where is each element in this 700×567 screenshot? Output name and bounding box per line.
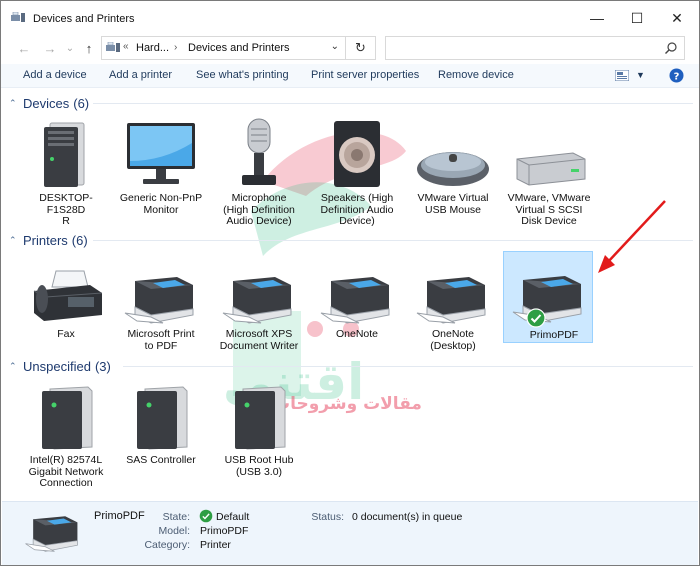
printer-icon	[25, 516, 78, 552]
printer-item-onenote-desktop[interactable]: OneNote (Desktop)	[408, 253, 498, 352]
printer-label: PrimoPDF	[529, 329, 579, 341]
overflow-chevron-icon[interactable]: «	[123, 41, 129, 52]
print-server-properties-button[interactable]: Print server properties	[311, 69, 419, 81]
collapse-chevron-icon[interactable]: ⌃	[9, 98, 23, 109]
add-device-button[interactable]: Add a device	[23, 69, 87, 81]
help-icon[interactable]: ?	[669, 68, 684, 83]
printer-item-primopdf[interactable]: PrimoPDF	[503, 251, 593, 343]
navigation-bar: ← → ⌄ ↑ « Hard... › Devices and Printers…	[1, 35, 699, 63]
device-label: Generic Non-PnP Monitor	[119, 192, 203, 216]
change-view-icon[interactable]	[615, 70, 629, 81]
model-label: Model:	[158, 525, 190, 537]
device-item-microphone[interactable]: Microphone (High Definition Audio Device…	[214, 117, 304, 228]
maximize-button[interactable]: ☐	[617, 1, 657, 35]
back-arrow-icon[interactable]: ←	[15, 40, 33, 58]
device-label: SAS Controller	[126, 454, 196, 466]
printer-item-microsoft-print-to-pdf[interactable]: Microsoft Print to PDF	[116, 253, 206, 352]
printer-label: Fax	[57, 328, 75, 340]
group-header-unspecified[interactable]: ⌃ Unspecified (3)	[9, 358, 111, 374]
device-label: VMware Virtual USB Mouse	[417, 192, 489, 216]
printer-icon	[512, 276, 582, 323]
collapse-chevron-icon[interactable]: ⌃	[9, 235, 23, 246]
search-input[interactable]	[385, 36, 685, 60]
details-pane: PrimoPDF State: Default Model: PrimoPDF …	[2, 501, 698, 565]
breadcrumb-devices-printers[interactable]: Devices and Printers	[188, 42, 290, 54]
up-arrow-icon[interactable]: ↑	[80, 40, 98, 58]
microphone-icon	[242, 118, 276, 185]
device-item-desktop[interactable]: DESKTOP-F1S28D R	[21, 117, 111, 228]
device-item-mouse[interactable]: VMware Virtual USB Mouse	[408, 117, 498, 216]
devices-and-printers-window: Devices and Printers — ☐ ✕ ← → ⌄ ↑ « Har…	[0, 0, 700, 566]
group-divider	[93, 240, 693, 241]
category-value: Printer	[200, 539, 231, 551]
printer-label: Microsoft Print to PDF	[127, 328, 195, 352]
device-label: USB Root Hub (USB 3.0)	[224, 454, 294, 478]
view-options-dropdown-icon[interactable]: ▼	[636, 70, 645, 80]
group-header-devices[interactable]: ⌃ Devices (6)	[9, 95, 89, 111]
title-bar: Devices and Printers — ☐ ✕	[1, 1, 699, 35]
printer-label: OneNote	[335, 328, 379, 340]
group-divider	[93, 103, 693, 104]
default-check-icon	[526, 308, 546, 328]
device-label: Intel(R) 82574L Gigabit Network Connecti…	[28, 454, 104, 489]
remove-device-button[interactable]: Remove device	[438, 69, 514, 81]
status-value: 0 document(s) in queue	[352, 511, 463, 523]
refresh-icon: ↻	[355, 40, 366, 55]
minimize-button[interactable]: —	[577, 1, 617, 35]
monitor-icon	[127, 123, 195, 184]
search-icon	[665, 42, 677, 54]
printer-icon	[222, 277, 292, 324]
breadcrumb-hardware[interactable]: Hard...	[136, 42, 169, 54]
address-dropdown-icon[interactable]: ⌄	[331, 41, 339, 52]
device-box-icon	[137, 386, 188, 450]
close-button[interactable]: ✕	[657, 1, 697, 35]
default-check-icon	[199, 509, 213, 523]
group-header-printers[interactable]: ⌃ Printers (6)	[9, 232, 88, 248]
breadcrumb-separator-icon[interactable]: ›	[174, 42, 177, 53]
unspecified-item-intel-network[interactable]: Intel(R) 82574L Gigabit Network Connecti…	[21, 379, 111, 490]
state-value: Default	[216, 511, 250, 523]
mouse-icon	[417, 152, 489, 186]
printer-icon	[124, 277, 194, 324]
device-item-disk[interactable]: VMware, VMware Virtual S SCSI Disk Devic…	[504, 117, 594, 228]
printer-icon	[416, 277, 486, 324]
devices-printers-location-icon	[106, 42, 120, 52]
svg-text:?: ?	[674, 71, 680, 82]
unspecified-item-usb-root-hub[interactable]: USB Root Hub (USB 3.0)	[214, 379, 304, 478]
device-label: Speakers (High Definition Audio Device)	[320, 192, 394, 227]
state-label: State:	[162, 511, 190, 523]
device-box-icon	[235, 386, 286, 450]
status-label: Status:	[311, 511, 344, 523]
printer-icon	[320, 277, 390, 324]
device-label: VMware, VMware Virtual S SCSI Disk Devic…	[507, 192, 591, 227]
printer-item-onenote[interactable]: OneNote	[312, 253, 402, 341]
printer-item-microsoft-xps[interactable]: Microsoft XPS Document Writer	[214, 253, 304, 352]
add-printer-button[interactable]: Add a printer	[109, 69, 172, 81]
recent-locations-chevron-icon[interactable]: ⌄	[61, 40, 79, 58]
group-divider	[123, 366, 693, 367]
window-title: Devices and Printers	[33, 13, 135, 25]
forward-arrow-icon[interactable]: →	[41, 40, 59, 58]
device-label: Microphone (High Definition Audio Device…	[223, 192, 295, 227]
device-item-monitor[interactable]: Generic Non-PnP Monitor	[116, 117, 206, 216]
device-box-icon	[42, 386, 93, 450]
speaker-icon	[334, 121, 380, 187]
model-value: PrimoPDF	[200, 525, 249, 537]
printer-label: Microsoft XPS Document Writer	[219, 328, 299, 352]
printer-item-fax[interactable]: Fax	[21, 253, 111, 341]
disk-drive-icon	[516, 152, 586, 186]
address-bar[interactable]: « Hard... › Devices and Printers ⌄ ↻	[101, 36, 376, 60]
collapse-chevron-icon[interactable]: ⌃	[9, 361, 23, 372]
device-label: DESKTOP-F1S28D R	[39, 192, 93, 227]
fax-icon	[33, 270, 103, 321]
category-label: Category:	[144, 539, 190, 551]
see-whats-printing-button[interactable]: See what's printing	[196, 69, 289, 81]
device-item-speakers[interactable]: Speakers (High Definition Audio Device)	[312, 117, 402, 228]
devices-printers-app-icon	[11, 12, 25, 22]
printer-label: OneNote (Desktop)	[430, 328, 476, 352]
unspecified-item-sas-controller[interactable]: SAS Controller	[116, 379, 206, 467]
computer-tower-icon	[44, 122, 85, 187]
refresh-button[interactable]: ↻	[345, 36, 375, 60]
command-bar: Add a device Add a printer See what's pr…	[1, 64, 699, 88]
